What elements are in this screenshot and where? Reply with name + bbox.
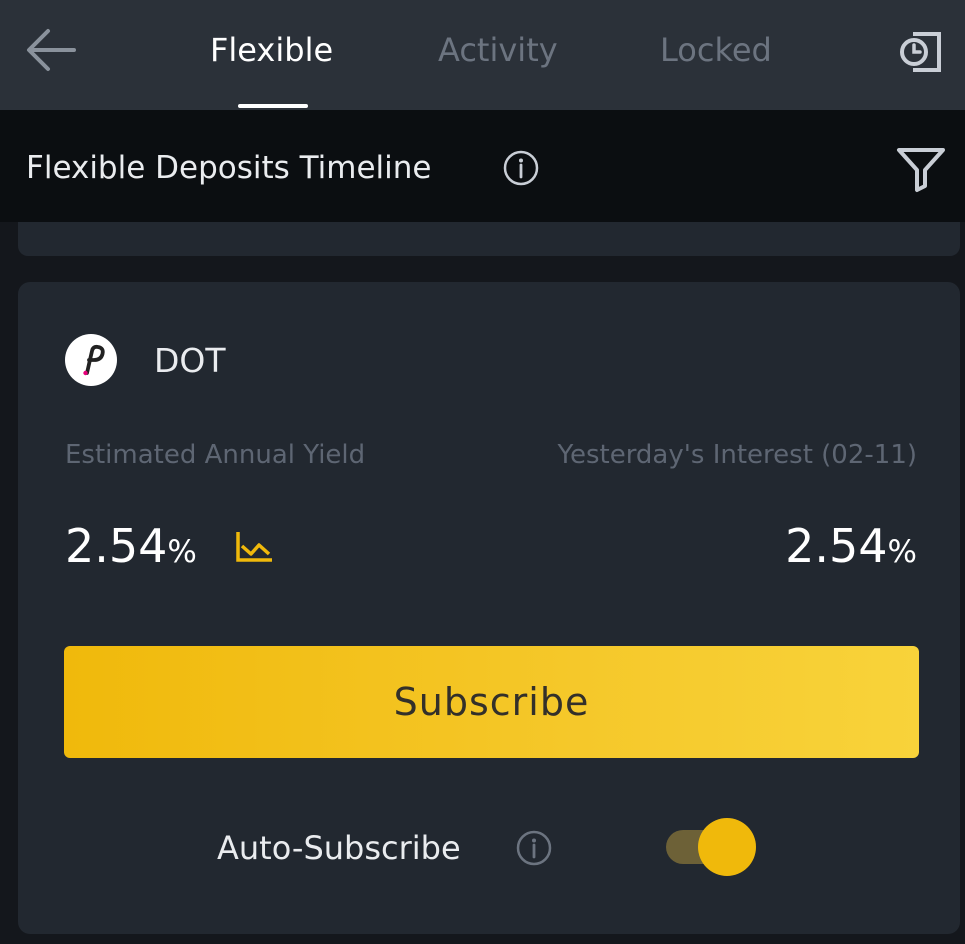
back-button[interactable] <box>22 22 82 78</box>
auto-subscribe-toggle[interactable] <box>666 818 758 876</box>
info-icon <box>516 830 552 866</box>
active-tab-indicator <box>238 104 308 108</box>
line-chart-icon <box>236 532 272 562</box>
history-icon <box>900 32 941 72</box>
timeline-info-button[interactable] <box>502 149 540 187</box>
coin-name: DOT <box>154 341 226 380</box>
tab-flexible[interactable]: Flexible <box>210 30 333 70</box>
annual-yield-unit: % <box>167 534 197 570</box>
previous-card-edge <box>18 222 960 256</box>
filter-icon <box>897 148 945 192</box>
polkadot-logo-icon <box>65 334 117 386</box>
toggle-knob <box>698 818 756 876</box>
info-icon <box>503 150 539 186</box>
filter-button[interactable] <box>893 140 949 196</box>
annual-yield-label: Estimated Annual Yield <box>65 440 366 470</box>
history-button[interactable] <box>893 24 949 80</box>
interest-unit: % <box>887 534 917 570</box>
subscribe-button[interactable]: Subscribe <box>64 646 919 758</box>
yesterday-interest-label: Yesterday's Interest (02-11) <box>557 440 917 470</box>
annual-yield-number: 2.54 <box>65 519 168 573</box>
yesterday-interest-value: 2.54% <box>785 518 917 580</box>
top-nav-bar: Flexible Activity Locked <box>0 0 965 110</box>
tab-activity[interactable]: Activity <box>438 30 558 70</box>
arrow-left-icon <box>27 29 76 71</box>
timeline-title: Flexible Deposits Timeline <box>26 150 432 186</box>
auto-subscribe-label: Auto-Subscribe <box>217 829 461 867</box>
auto-subscribe-info-button[interactable] <box>515 829 553 867</box>
annual-yield-value: 2.54% <box>65 518 197 580</box>
tab-locked[interactable]: Locked <box>660 30 772 70</box>
interest-number: 2.54 <box>785 519 888 573</box>
yield-chart-button[interactable] <box>234 528 274 566</box>
